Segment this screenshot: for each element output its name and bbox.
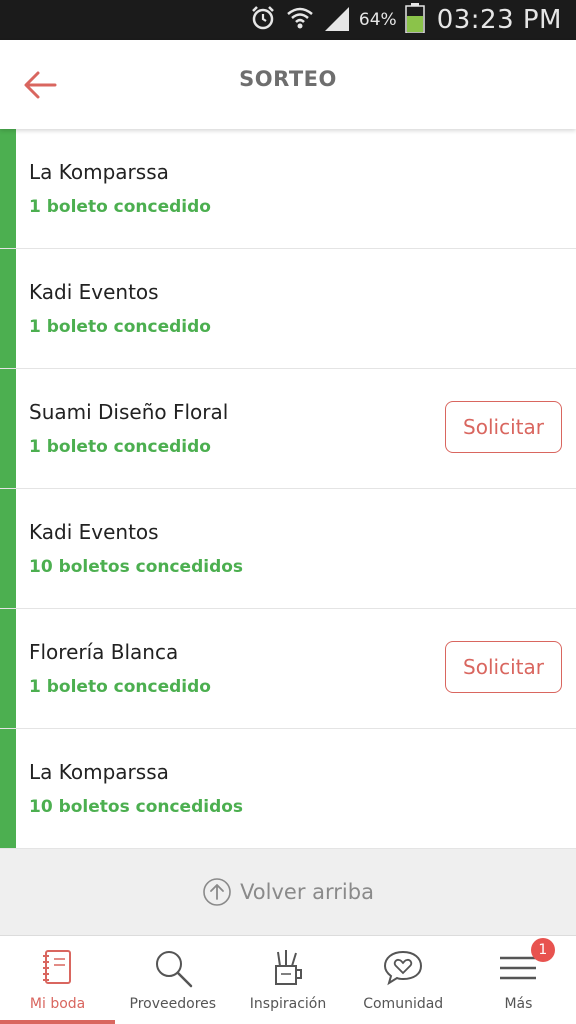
vendor-name: Kadi Eventos [29, 520, 159, 544]
tickets-granted: 1 boleto concedido [29, 317, 211, 337]
vendor-name: Florería Blanca [29, 640, 179, 664]
pencil-cup-icon [275, 950, 302, 985]
tickets-granted: 10 boletos concedidos [29, 557, 244, 577]
vendor-name: Suami Diseño Floral [29, 400, 229, 424]
battery-percent: 64% [358, 10, 397, 30]
item-accent-bar [0, 729, 16, 848]
nav-item-comunidad[interactable]: Comunidad [346, 936, 461, 1024]
notebook-icon [42, 950, 71, 984]
heart-chat-icon [384, 950, 423, 986]
nav-item-mi-boda[interactable]: Mi boda [0, 936, 116, 1024]
item-accent-bar [0, 489, 16, 608]
nav-item-proveedores[interactable]: Proveedores [115, 936, 230, 1024]
nav-item-mas[interactable]: Más 1 [461, 936, 576, 1024]
item-accent-bar [0, 249, 16, 368]
nav-label: Comunidad [363, 996, 444, 1012]
nav-label: Mi boda [29, 996, 86, 1012]
solicitar-button[interactable]: Solicitar [445, 641, 562, 693]
tickets-granted: 10 boletos concedidos [29, 797, 244, 817]
back-to-top-label: Volver arriba [240, 880, 374, 904]
nav-label: Más [504, 996, 533, 1012]
page-title: SORTEO [239, 67, 337, 91]
bottom-nav: Mi boda Proveedores Inspiración Comunida… [0, 935, 576, 1024]
solicitar-button[interactable]: Solicitar [445, 401, 562, 453]
tickets-granted: 1 boleto concedido [29, 197, 211, 217]
battery-icon [404, 2, 425, 38]
search-icon [155, 951, 193, 988]
arrow-up-circle-icon [203, 878, 231, 906]
alarm-icon [249, 4, 277, 37]
vendor-name: La Komparssa [29, 160, 169, 184]
item-accent-bar [0, 369, 16, 488]
item-accent-bar [0, 129, 16, 248]
tickets-granted: 1 boleto concedido [29, 437, 211, 457]
vendor-name: Kadi Eventos [29, 280, 159, 304]
nav-item-inspiracion[interactable]: Inspiración [230, 936, 345, 1024]
signal-icon [323, 5, 351, 36]
raffle-list: La Komparssa 1 boleto concedido Kadi Eve… [0, 129, 576, 849]
vendor-name: La Komparssa [29, 760, 169, 784]
item-accent-bar [0, 609, 16, 728]
wifi-icon [285, 4, 315, 37]
tickets-granted: 1 boleto concedido [29, 677, 211, 697]
nav-label: Proveedores [129, 996, 217, 1012]
notification-badge: 1 [530, 938, 555, 962]
back-to-top-button[interactable]: Volver arriba [0, 849, 576, 935]
list-item[interactable]: La Komparssa 1 boleto concedido [0, 129, 576, 249]
status-bar: 64% 03:23 PM [0, 0, 576, 40]
list-item[interactable]: La Komparssa 10 boletos concedidos [0, 729, 576, 849]
list-item[interactable]: Kadi Eventos 1 boleto concedido [0, 249, 576, 369]
list-item[interactable]: Suami Diseño Floral 1 boleto concedido S… [0, 369, 576, 489]
list-item[interactable]: Florería Blanca 1 boleto concedido Solic… [0, 609, 576, 729]
app-header: SORTEO [0, 40, 576, 129]
list-item[interactable]: Kadi Eventos 10 boletos concedidos [0, 489, 576, 609]
nav-label: Inspiración [249, 996, 327, 1012]
clock: 03:23 PM [436, 5, 562, 35]
